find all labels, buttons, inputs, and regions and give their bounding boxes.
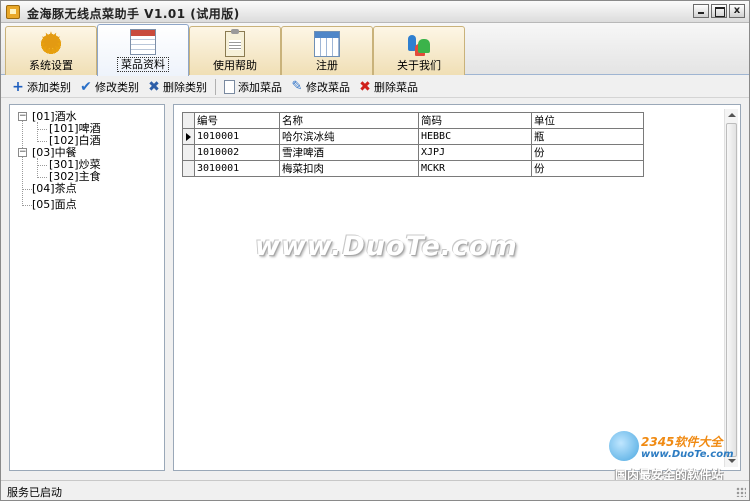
delete-icon: ✖ [148, 78, 160, 95]
cell-name[interactable]: 雪津啤酒 [279, 144, 419, 161]
row-indicator-header [182, 112, 195, 129]
collapse-toggle[interactable]: − [18, 148, 27, 157]
red-x-icon: ✖ [359, 78, 371, 95]
tree-item[interactable]: [05]面点 [32, 199, 77, 211]
cell-unit[interactable]: 瓶 [531, 128, 644, 145]
table-row[interactable]: 3010001 梅菜扣肉 MCKR 份 [182, 160, 644, 177]
row-indicator[interactable] [182, 160, 195, 177]
edit-dish-label: 修改菜品 [306, 80, 350, 94]
spreadsheet-icon [130, 29, 156, 55]
logo-url: www.DuoTe.com [641, 449, 734, 460]
dish-grid-panel: 编号 名称 简码 单位 1010001 哈尔滨冰纯 HEBBC 瓶 101000… [173, 104, 741, 471]
gear-icon [38, 27, 64, 59]
cell-code[interactable]: 1010001 [194, 128, 280, 145]
tab-label: 使用帮助 [213, 59, 257, 72]
current-row-arrow-icon [186, 132, 191, 141]
clipboard-icon [225, 29, 245, 57]
tree-connector [22, 205, 32, 206]
scroll-up-arrow-icon[interactable] [728, 113, 736, 117]
scroll-thumb[interactable] [726, 123, 737, 457]
people-icon [406, 31, 432, 57]
tab-label: 系统设置 [29, 59, 73, 72]
add-dish-button[interactable]: 添加菜品 [222, 77, 284, 97]
watermark-text: www.DuoTe.com [255, 231, 518, 262]
cell-unit[interactable]: 份 [531, 160, 644, 177]
mascot-icon [609, 431, 639, 461]
column-header-code[interactable]: 编号 [194, 112, 280, 129]
plus-icon: + [12, 78, 24, 95]
tab-register[interactable]: 注册 [281, 26, 373, 75]
add-category-button[interactable]: + 添加类别 [9, 77, 73, 97]
delete-dish-button[interactable]: ✖ 删除菜品 [356, 77, 420, 97]
tab-system-settings[interactable]: 系统设置 [5, 26, 97, 75]
pen-icon: ✎ [291, 78, 303, 94]
calendar-icon [314, 31, 340, 57]
vertical-scrollbar[interactable] [724, 109, 738, 467]
tree-connector [37, 141, 47, 142]
document-icon [224, 79, 235, 94]
grid-header-row: 编号 名称 简码 单位 [182, 112, 644, 129]
edit-category-label: 修改类别 [95, 80, 139, 94]
window-title: 金海豚无线点菜助手 V1.01 (试用版) [27, 7, 240, 21]
column-header-name[interactable]: 名称 [279, 112, 419, 129]
cell-code[interactable]: 3010001 [194, 160, 280, 177]
app-icon [6, 5, 20, 19]
category-tree[interactable]: − − [01]酒水 [101]啤酒 [102]白酒 [03]中餐 [301]炒… [9, 104, 165, 471]
edit-category-button[interactable]: ✔ 修改类别 [77, 77, 141, 97]
toolbar-separator [215, 78, 216, 95]
resize-grip-icon[interactable] [736, 487, 746, 497]
tree-connector [37, 158, 38, 176]
app-window: 金海豚无线点菜助手 V1.01 (试用版) x 系统设置 菜品资料 使用帮助 注… [0, 0, 750, 501]
status-bar: 服务已启动 [1, 480, 749, 500]
tab-label: 菜品资料 [117, 57, 169, 72]
site-logo: 2345软件大全 www.DuoTe.com 国内最安全的软件站 [609, 429, 747, 485]
row-indicator[interactable] [182, 128, 195, 145]
tab-label: 关于我们 [397, 59, 441, 72]
table-row[interactable]: 1010002 雪津啤酒 XJPJ 份 [182, 144, 644, 161]
cell-name[interactable]: 哈尔滨冰纯 [279, 128, 419, 145]
add-category-label: 添加类别 [27, 80, 71, 94]
tree-connector [22, 189, 32, 190]
title-bar[interactable]: 金海豚无线点菜助手 V1.01 (试用版) x [1, 1, 749, 23]
tab-dish-data[interactable]: 菜品资料 [97, 24, 189, 76]
edit-dish-button[interactable]: ✎ 修改菜品 [288, 77, 352, 97]
window-controls: x [693, 4, 745, 18]
tab-label: 注册 [316, 59, 338, 72]
tree-connector [37, 129, 47, 130]
cell-shortcode[interactable]: MCKR [418, 160, 532, 177]
main-tabstrip: 系统设置 菜品资料 使用帮助 注册 关于我们 [1, 23, 749, 76]
check-icon: ✔ [80, 78, 92, 95]
row-indicator[interactable] [182, 144, 195, 161]
dish-grid[interactable]: 编号 名称 简码 单位 1010001 哈尔滨冰纯 HEBBC 瓶 101000… [182, 112, 644, 177]
table-row[interactable]: 1010001 哈尔滨冰纯 HEBBC 瓶 [182, 128, 644, 145]
tree-connector [37, 122, 38, 140]
tree-connector [22, 118, 23, 206]
cell-shortcode[interactable]: HEBBC [418, 128, 532, 145]
delete-dish-label: 删除菜品 [374, 80, 418, 94]
cell-code[interactable]: 1010002 [194, 144, 280, 161]
column-header-unit[interactable]: 单位 [531, 112, 644, 129]
tab-about-us[interactable]: 关于我们 [373, 26, 465, 75]
add-dish-label: 添加菜品 [238, 80, 282, 94]
collapse-toggle[interactable]: − [18, 112, 27, 121]
close-button[interactable]: x [729, 4, 745, 18]
maximize-button[interactable] [711, 4, 727, 18]
tree-item[interactable]: [04]茶点 [32, 183, 77, 195]
delete-category-button[interactable]: ✖ 删除类别 [145, 77, 209, 97]
delete-category-label: 删除类别 [163, 80, 207, 94]
status-text: 服务已启动 [7, 486, 62, 499]
tree-connector [37, 177, 47, 178]
column-header-shortcode[interactable]: 简码 [418, 112, 532, 129]
tab-help[interactable]: 使用帮助 [189, 26, 281, 75]
minimize-button[interactable] [693, 4, 709, 18]
tree-connector [37, 165, 47, 166]
logo-name: 2345软件大全 [641, 435, 723, 449]
cell-name[interactable]: 梅菜扣肉 [279, 160, 419, 177]
cell-shortcode[interactable]: XJPJ [418, 144, 532, 161]
cell-unit[interactable]: 份 [531, 144, 644, 161]
toolbar: + 添加类别 ✔ 修改类别 ✖ 删除类别 添加菜品 ✎ 修改菜品 ✖ 删除菜品 [1, 76, 749, 98]
